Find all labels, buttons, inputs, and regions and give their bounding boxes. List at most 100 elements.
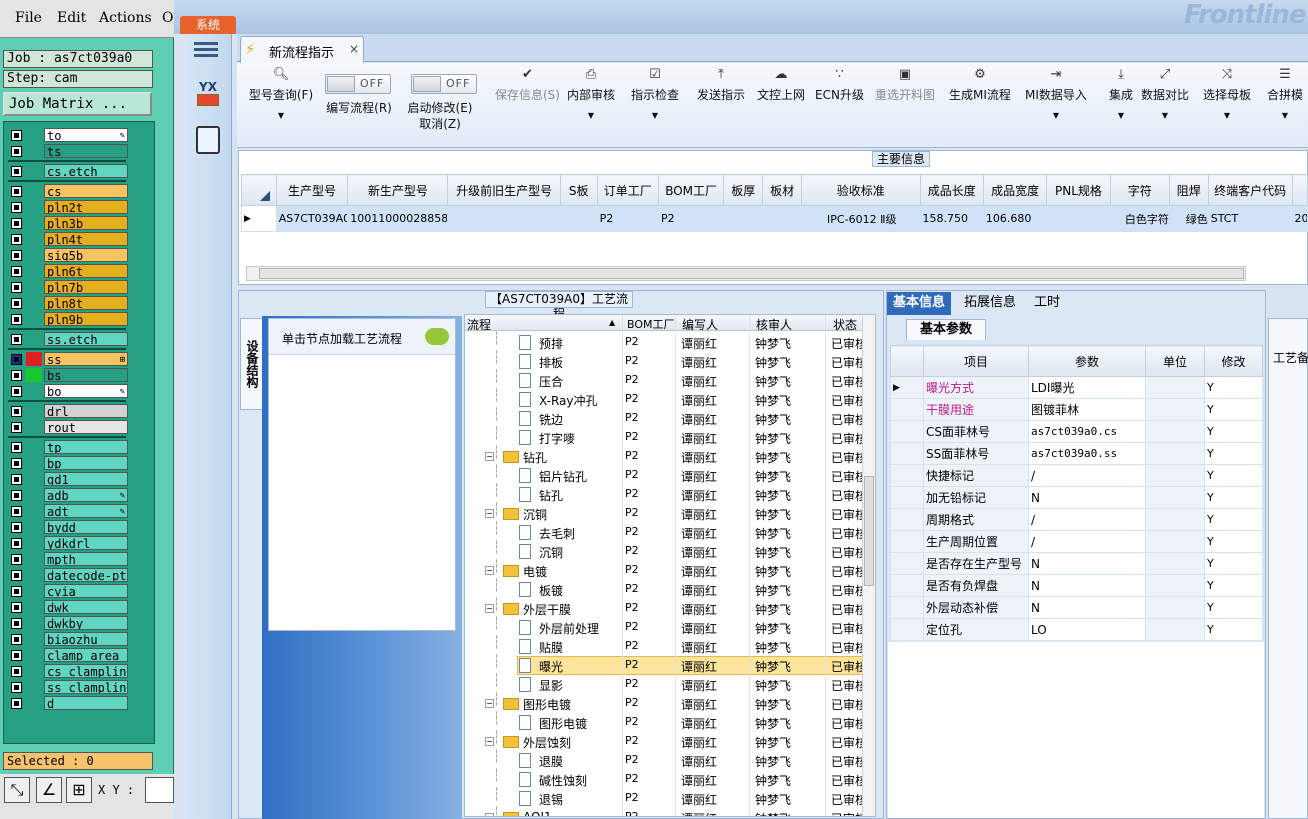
toolbar-button[interactable]: ✔ 保存信息(S) bbox=[495, 63, 560, 143]
start-modify-toggle[interactable]: OFF bbox=[411, 74, 477, 94]
tree-row[interactable]: ┆ 退锡 P2 谭丽红 钟梦飞 已审核 bbox=[465, 787, 867, 808]
tree-row[interactable]: ┆ − 外层蚀刻 P2 谭丽红 钟梦飞 已审核 bbox=[465, 730, 867, 751]
layer-row[interactable]: bp bbox=[8, 456, 128, 470]
layer-row[interactable]: ydkdrl bbox=[8, 536, 128, 550]
layer-checkbox[interactable] bbox=[11, 314, 22, 325]
param-unit[interactable] bbox=[1145, 618, 1205, 641]
main-col-header[interactable]: 验收标准 bbox=[801, 174, 921, 206]
tree-row[interactable]: ┆ − 沉铜 P2 谭丽红 钟梦飞 已审核 bbox=[465, 502, 867, 523]
param-edit[interactable]: Y bbox=[1204, 574, 1263, 597]
layer-name[interactable]: bo ✎ bbox=[44, 384, 128, 398]
toolbar-button[interactable]: ⤢ 数据对比 ▼ bbox=[1141, 63, 1189, 143]
tab-equipment-structure[interactable]: 设备结构 bbox=[240, 318, 262, 410]
param-col-header[interactable]: 项目 bbox=[923, 345, 1029, 377]
layer-name[interactable]: ts bbox=[44, 144, 128, 158]
collapse-icon[interactable]: − bbox=[485, 813, 494, 816]
toolbar-button[interactable]: ⇥ MI数据导入 ▼ bbox=[1025, 63, 1087, 143]
tree-vertical-scrollbar[interactable] bbox=[862, 316, 875, 816]
tree-row[interactable]: ┆ 去毛刺 P2 谭丽红 钟梦飞 已审核 bbox=[465, 521, 867, 542]
layer-row[interactable]: clamp_area bbox=[8, 648, 128, 662]
param-row[interactable]: SS面菲林号 as7ct039a0.ss Y bbox=[890, 442, 1263, 465]
param-edit[interactable]: Y bbox=[1204, 376, 1263, 399]
layer-name[interactable]: pln4t bbox=[44, 232, 128, 246]
main-col-header[interactable]: S板 bbox=[559, 174, 598, 206]
layer-name[interactable]: pln3b bbox=[44, 216, 128, 230]
param-value[interactable]: as7ct039a0.cs bbox=[1028, 420, 1146, 443]
layer-name[interactable]: tp bbox=[44, 440, 128, 454]
tab-basic-params[interactable]: 基本参数 bbox=[906, 319, 986, 340]
layer-checkbox[interactable] bbox=[11, 146, 22, 157]
tree-row[interactable]: ┆ − 图形电镀 P2 谭丽红 钟梦飞 已审核 bbox=[465, 692, 867, 713]
toolbar-button[interactable]: ⤒ 发送指示 bbox=[697, 63, 745, 143]
param-row[interactable]: 加无铅标记 N Y bbox=[890, 486, 1263, 509]
tree-col-reviewer[interactable]: 核审人 bbox=[756, 316, 792, 333]
tree-row[interactable]: ┆ 外层前处理 P2 谭丽红 钟梦飞 已审核 bbox=[465, 616, 867, 637]
layer-row[interactable]: pln7b bbox=[8, 280, 128, 294]
system-tab[interactable]: 系统 bbox=[180, 16, 236, 34]
tree-row[interactable]: ┆ 沉铜 P2 谭丽红 钟梦飞 已审核 bbox=[465, 540, 867, 561]
layer-name[interactable]: pln8t bbox=[44, 296, 128, 310]
layer-checkbox[interactable] bbox=[11, 354, 22, 365]
layer-row[interactable]: pln9b bbox=[8, 312, 128, 326]
layer-row[interactable]: datecode-ptc bbox=[8, 568, 128, 582]
param-unit[interactable] bbox=[1145, 486, 1205, 509]
main-cell[interactable]: 绿色 bbox=[1168, 205, 1209, 232]
tree-row[interactable]: ┆ 曝光 P2 谭丽红 钟梦飞 已审核 bbox=[465, 654, 867, 675]
layer-checkbox[interactable] bbox=[11, 666, 22, 677]
layer-name[interactable]: cs bbox=[44, 184, 128, 198]
layer-checkbox[interactable] bbox=[11, 538, 22, 549]
layer-checkbox[interactable] bbox=[11, 266, 22, 277]
param-edit[interactable]: Y bbox=[1204, 464, 1263, 487]
toolbar-button[interactable]: ☰ 合拼模 ▼ bbox=[1267, 63, 1303, 143]
layer-row[interactable]: sig5b bbox=[8, 248, 128, 262]
main-cell[interactable] bbox=[559, 205, 598, 232]
tree-row[interactable]: ┆ X-Ray冲孔 P2 谭丽红 钟梦飞 已审核 bbox=[465, 388, 867, 409]
layer-row[interactable]: adb ✎ bbox=[8, 488, 128, 502]
layer-name[interactable]: ss_clampline bbox=[44, 680, 128, 694]
layer-checkbox[interactable] bbox=[11, 458, 22, 469]
layer-name[interactable]: to ✎ bbox=[44, 128, 128, 142]
layer-row[interactable]: bs bbox=[8, 368, 128, 382]
main-col-header[interactable]: BOM工厂 bbox=[657, 174, 725, 206]
main-cell[interactable]: AS7CT039A0 bbox=[275, 205, 349, 232]
main-col-header[interactable]: 板材 bbox=[762, 174, 802, 206]
layer-checkbox[interactable] bbox=[11, 554, 22, 565]
layer-name[interactable]: datecode-ptc bbox=[44, 568, 128, 582]
horizontal-scrollbar[interactable] bbox=[246, 266, 1246, 281]
tree-col-bom[interactable]: BOM工厂 bbox=[627, 316, 675, 332]
param-row[interactable]: 干膜用途 图镀菲林 Y bbox=[890, 398, 1263, 421]
layer-color-swatch[interactable] bbox=[26, 368, 42, 382]
layer-checkbox[interactable] bbox=[11, 442, 22, 453]
layer-row[interactable]: ss ⊞ bbox=[8, 352, 128, 366]
tree-row[interactable]: ┆ 显影 P2 谭丽红 钟梦飞 已审核 bbox=[465, 673, 867, 694]
param-row[interactable]: ▶ 曝光方式 LDI曝光 Y bbox=[890, 376, 1263, 399]
layer-name[interactable]: dwkby bbox=[44, 616, 128, 630]
layer-name[interactable]: biaozhu bbox=[44, 632, 128, 646]
layer-name[interactable]: pln9b bbox=[44, 312, 128, 326]
tree-col-status[interactable]: 状态 bbox=[833, 316, 857, 333]
layer-row[interactable]: mpth bbox=[8, 552, 128, 566]
job-matrix-button[interactable]: Job Matrix ... bbox=[3, 92, 152, 116]
param-unit[interactable] bbox=[1145, 442, 1205, 465]
tree-row[interactable]: ┆ − 外层干膜 P2 谭丽红 钟梦飞 已审核 bbox=[465, 597, 867, 618]
layer-row[interactable]: biaozhu bbox=[8, 632, 128, 646]
layer-checkbox[interactable] bbox=[11, 698, 22, 709]
layer-name[interactable]: cs.etch bbox=[44, 164, 128, 178]
toolbar-button[interactable]: ⤨ 选择母板 ▼ bbox=[1203, 63, 1251, 143]
layer-name[interactable]: mpth bbox=[44, 552, 128, 566]
tree-row[interactable]: ┆−AOI1P2谭丽红钟梦飞已审核 bbox=[465, 806, 867, 816]
main-cell[interactable]: 158.750 bbox=[919, 205, 984, 232]
param-unit[interactable] bbox=[1145, 376, 1205, 399]
param-edit[interactable]: Y bbox=[1204, 420, 1263, 443]
layer-name[interactable]: ydkdrl bbox=[44, 536, 128, 550]
layer-name[interactable]: pln7b bbox=[44, 280, 128, 294]
param-edit[interactable]: Y bbox=[1204, 398, 1263, 421]
param-unit[interactable] bbox=[1145, 420, 1205, 443]
layer-checkbox[interactable] bbox=[11, 298, 22, 309]
layer-checkbox[interactable] bbox=[11, 506, 22, 517]
layer-checkbox[interactable] bbox=[11, 522, 22, 533]
param-row[interactable]: 定位孔 LO Y bbox=[890, 618, 1263, 641]
main-col-header[interactable]: 字符 bbox=[1109, 174, 1170, 206]
layer-name[interactable]: bs bbox=[44, 368, 128, 382]
layer-checkbox[interactable] bbox=[11, 282, 22, 293]
